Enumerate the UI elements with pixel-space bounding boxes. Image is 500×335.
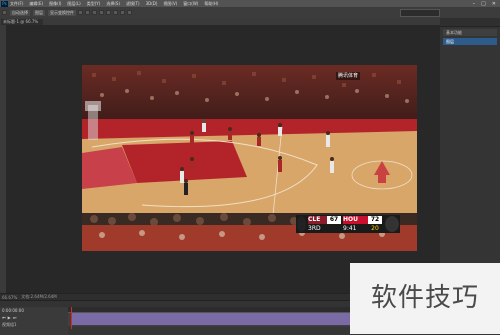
panel-item-essentials[interactable]: 基本功能 [443, 29, 497, 36]
auto-select-checkbox[interactable]: 自动选择 [10, 9, 30, 16]
scoreboard: CLE 67 HOU 72 3RD 9:41 20 [296, 215, 400, 233]
zoom-level[interactable]: 66.67% [2, 295, 17, 300]
menu-bar: Ps 文件(F) 编辑(E) 图像(I) 图层(L) 类型(Y) 选择(S) 滤… [0, 0, 500, 7]
align-middle-icon[interactable] [85, 10, 90, 15]
menu-edit[interactable]: 编辑(E) [29, 1, 43, 7]
broadcaster-logo: 腾讯体育 [336, 72, 361, 80]
show-transform-controls-checkbox[interactable]: 显示变换控件 [48, 9, 76, 16]
align-center-icon[interactable] [106, 10, 111, 15]
minimize-button[interactable]: – [473, 1, 476, 7]
timeline-time: 0:00:00:00 [2, 308, 24, 313]
video-group-label[interactable]: 视频组1 [2, 322, 17, 328]
playhead[interactable] [71, 307, 72, 329]
menu-type[interactable]: 类型(Y) [87, 1, 101, 7]
game-clock: 9:41 [343, 225, 357, 232]
auto-select-target-dropdown[interactable]: 图层 [33, 9, 45, 16]
maximize-button[interactable]: □ [481, 1, 486, 7]
menu-file[interactable]: 文件(F) [10, 1, 23, 7]
team1-score: 67 [327, 216, 341, 224]
align-right-icon[interactable] [113, 10, 118, 15]
close-button[interactable]: ✕ [492, 1, 496, 7]
play-icon[interactable]: ▶ [8, 315, 11, 320]
menu-filter[interactable]: 滤镜(T) [126, 1, 140, 7]
right-panel: 基本功能 图层 [440, 18, 500, 293]
team2-score: 72 [368, 216, 382, 224]
distribute-icon[interactable] [120, 10, 125, 15]
video-frame[interactable]: 腾讯体育 CLE 67 HOU 72 3RD 9:41 20 [82, 65, 417, 251]
team-logo-icon [385, 216, 399, 232]
watermark: 软件技巧 [350, 263, 500, 334]
menu-layer[interactable]: 图层(L) [67, 1, 80, 7]
menu-select[interactable]: 选择(S) [106, 1, 120, 7]
align-bottom-icon[interactable] [92, 10, 97, 15]
menu-image[interactable]: 图像(I) [49, 1, 61, 7]
playback-controls: ⏮ ▶ ⏭ [2, 315, 16, 320]
menu-help[interactable]: 帮助(H) [204, 1, 218, 7]
menu-3d[interactable]: 3D(D) [146, 1, 158, 6]
panel-header [440, 18, 500, 27]
window-controls: – □ ✕ [473, 1, 500, 7]
align-left-icon[interactable] [99, 10, 104, 15]
align-top-icon[interactable] [78, 10, 83, 15]
video-clip[interactable] [72, 313, 358, 325]
quarter: 3RD [308, 225, 321, 232]
broadcaster-name: 腾讯体育 [338, 73, 359, 79]
menu-window[interactable]: 窗口(W) [183, 1, 198, 7]
first-frame-icon[interactable]: ⏮ [2, 315, 6, 320]
workspace-selector[interactable] [400, 8, 440, 17]
panel-item-layers[interactable]: 图层 [443, 38, 497, 45]
menu-view[interactable]: 视图(V) [163, 1, 177, 7]
move-tool-icon[interactable] [2, 10, 7, 15]
document-tab-bar: 未标题-1 @ 66.7% [0, 18, 440, 25]
3d-mode-icon[interactable] [127, 10, 132, 15]
next-frame-icon[interactable]: ⏭ [13, 315, 17, 320]
shot-clock: 20 [371, 225, 379, 232]
timeline-controls: 0:00:00:00 ⏮ ▶ ⏭ 视频组1 [0, 307, 68, 335]
team2-name: HOU [343, 216, 371, 224]
nba-logo-icon [297, 216, 306, 232]
photoshop-app-icon[interactable]: Ps [1, 0, 8, 7]
